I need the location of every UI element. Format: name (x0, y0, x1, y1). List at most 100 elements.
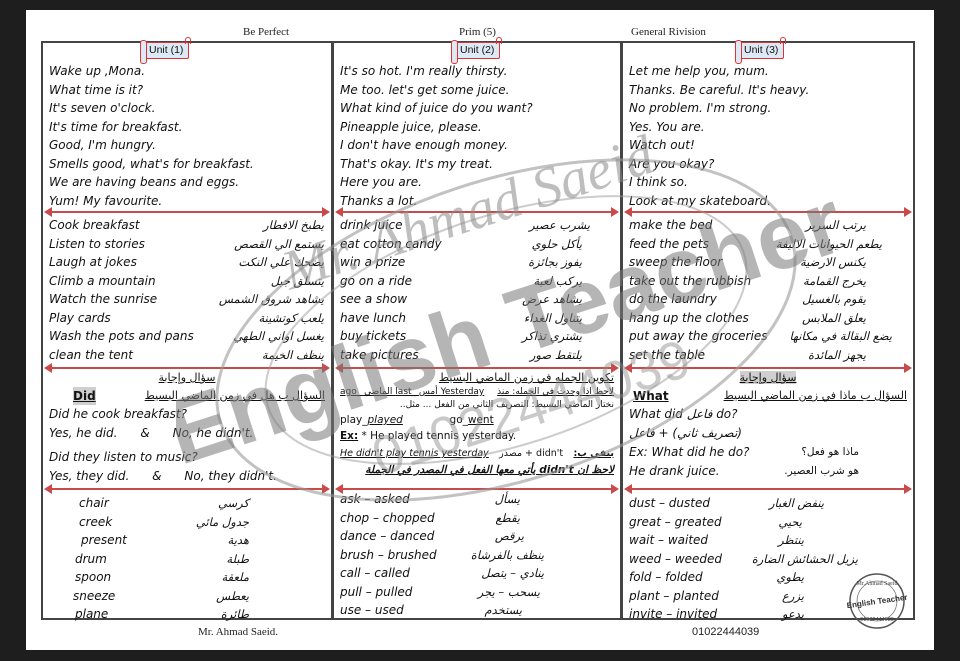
vocab-en: take pictures (340, 347, 419, 362)
word-en: use – used (340, 603, 404, 617)
vocab-en: do the laundry (629, 292, 717, 306)
dialogue-line: Look at my skateboard. (629, 193, 771, 208)
word-row: great – greated يحيي (629, 513, 907, 532)
dialogue-line: I think so. (629, 175, 688, 189)
stamp-top: Mr.Ahmad Saeid (857, 581, 898, 587)
grammar-rule-row: Did السؤال ب هل في زمن الماضي البسيط (49, 387, 325, 405)
vocab-en: go on a ride (340, 273, 412, 288)
negation-formula: didn't + مصدر (499, 448, 564, 459)
unit-2-badge: Unit (2) (450, 37, 503, 64)
word-en: plant – planted (629, 588, 719, 603)
vocab-ar: يشاهد شروق الشمس (218, 292, 324, 306)
footer-author: Mr. Ahmad Saeid. (198, 626, 279, 638)
word-ar: يسحب – يجر (477, 584, 540, 599)
word-en: drum (75, 551, 107, 566)
grammar-title: سؤال وإجابة (629, 371, 907, 387)
word-row: pull – pulled يسحب – يجر (340, 583, 614, 602)
word-ar: طائرة (220, 607, 249, 621)
vocab-ar: يشرب عصير (529, 218, 590, 232)
word-row: chop – chopped يقطع (340, 509, 614, 528)
word-row: present هدية (73, 531, 325, 550)
word-ar: كرسي (217, 496, 249, 510)
vocab-en: win a prize (340, 255, 406, 269)
answer-en: He drank juice. (629, 464, 720, 478)
negation-example: He didn't play tennis yesterday (340, 448, 489, 459)
vocab-en: clean the tent (49, 347, 133, 362)
grammar-title-text: سؤال وإجابة (739, 371, 797, 384)
vocab-row: put away the groceries يضع البقالة في مكا… (629, 327, 907, 346)
unit-2-vocab: drink juice يشرب عصير eat cotton candy يأك… (340, 216, 614, 364)
word-ar: يسأل (494, 492, 520, 506)
word-ar: يرقص (494, 529, 524, 543)
grammar-keyword: Did (73, 387, 96, 405)
header-right: General Rivision (631, 26, 706, 38)
answer-row: He drank juice. هو شرب العصير. (629, 462, 907, 481)
word-en: spoon (75, 570, 112, 584)
vocab-en: put away the groceries (629, 329, 768, 343)
word-ar: ينفض الغبار (768, 496, 824, 510)
vocab-row: buy tickets يشتري تذاكر (340, 327, 614, 346)
grammar-rule: السؤال ب هل في زمن الماضي البسيط (144, 389, 325, 402)
vocab-ar: يرتب السرير (805, 218, 866, 232)
section-divider-arrow (624, 207, 912, 217)
vocab-en: make the bed (629, 218, 713, 232)
word-row: sneeze يعطس (73, 587, 325, 606)
word-row: wait – waited ينتظر (629, 531, 907, 550)
vocab-row: go on a ride يركب لعبة (340, 272, 614, 291)
word-en: present (81, 533, 127, 547)
time-words: Yesterday أمس _last الماضي _ago (340, 387, 485, 397)
grammar-note-3: لاحظ ان didn't يأتي معها الفعل في المصدر… (365, 464, 614, 476)
section-divider-arrow (335, 363, 619, 373)
vocab-row: Wash the pots and pans يغسل اواني الطهي (49, 327, 325, 346)
word-row: use – used يستخدم (340, 601, 614, 620)
word-en: fold – folded (629, 570, 703, 584)
example-row: Ex: What did he do? ماذا هو فعل؟ (629, 443, 907, 462)
section-divider-arrow (624, 484, 912, 494)
vocab-row: do the laundry يقوم بالغسيل (629, 290, 907, 309)
dialogue-line: It's so hot. I'm really thirsty. (340, 64, 508, 78)
grammar-keyword: What (633, 389, 669, 403)
footer-phone: 01022444039 (692, 626, 760, 638)
vocab-en: sweep the floor (629, 255, 723, 269)
word-ar: يزيل الحشائش الضارة (751, 551, 858, 566)
grammar-title: تكوين الجمله في زمن الماضي البسيط (438, 371, 614, 384)
negation-label: بنفي ب: (573, 448, 614, 459)
dialogue-line: Yum! My favourite. (49, 193, 163, 208)
word-ar: ينادي – يتصل (481, 566, 544, 580)
stamp-bottom: 01022444039 (860, 617, 894, 623)
unit-1-vocab: Cook breakfast يطبخ الافطار Listen to sto… (49, 216, 325, 364)
vocab-en: Wash the pots and pans (49, 329, 194, 343)
unit-1-column: Unit (1) Wake up ,Mona. What time is it?… (41, 37, 333, 621)
vocab-row: make the bed يرتب السرير (629, 216, 907, 235)
vocab-ar: يكنس الارضية (799, 255, 866, 269)
dialogue-line: What time is it? (49, 82, 144, 97)
vocab-ar: يجهز المائدة (807, 347, 866, 362)
word-ar: يعطس (216, 588, 249, 603)
word-row: creek جدول مائي (73, 513, 325, 532)
formula-line: What did فاعل do? (629, 407, 738, 421)
unit-2-grammar: تكوين الجمله في زمن الماضي البسيط Yester… (340, 370, 614, 478)
unit-3-dialogue: Let me help you, mum. Thanks. Be careful… (629, 62, 809, 210)
vocab-en: take out the rubbish (629, 273, 752, 288)
word-ar: يدعو (781, 607, 804, 621)
word-ar: ينتظر (778, 533, 804, 547)
word-ar: ينظف بالفرشاة (470, 547, 544, 562)
word-ar: ملعقة (221, 570, 250, 584)
verb-pairs: play_played go_went (340, 412, 614, 428)
word-ar: طبلة (226, 551, 249, 566)
vocab-row: Laugh at jokes يضحك علي النكت (49, 253, 325, 272)
word-ar: يستخدم (484, 603, 522, 617)
dialogue-line: Smells good, what's for breakfast. (49, 156, 254, 171)
word-ar: يحيي (778, 514, 802, 529)
example-line: Yes, he did. & No, he didn't. (49, 426, 254, 440)
grammar-rule-row: What السؤال ب ماذا في زمن الماضي البسيط (629, 387, 907, 405)
vocab-row: clean the tent ينظف الخيمة (49, 346, 325, 365)
vocab-ar: يستمع الي القصص (234, 236, 324, 251)
vocab-row: drink juice يشرب عصير (340, 216, 614, 235)
section-divider-arrow (44, 207, 330, 217)
unit-1-grammar: سؤال وإجابة Did السؤال ب هل في زمن الماض… (49, 371, 325, 486)
word-en: invite – invited (629, 607, 718, 621)
grammar-rule: السؤال ب ماذا في زمن الماضي البسيط (723, 389, 907, 402)
vocab-ar: يأكل حلوي (531, 236, 582, 251)
vocab-ar: يطبخ الافطار (263, 218, 324, 232)
